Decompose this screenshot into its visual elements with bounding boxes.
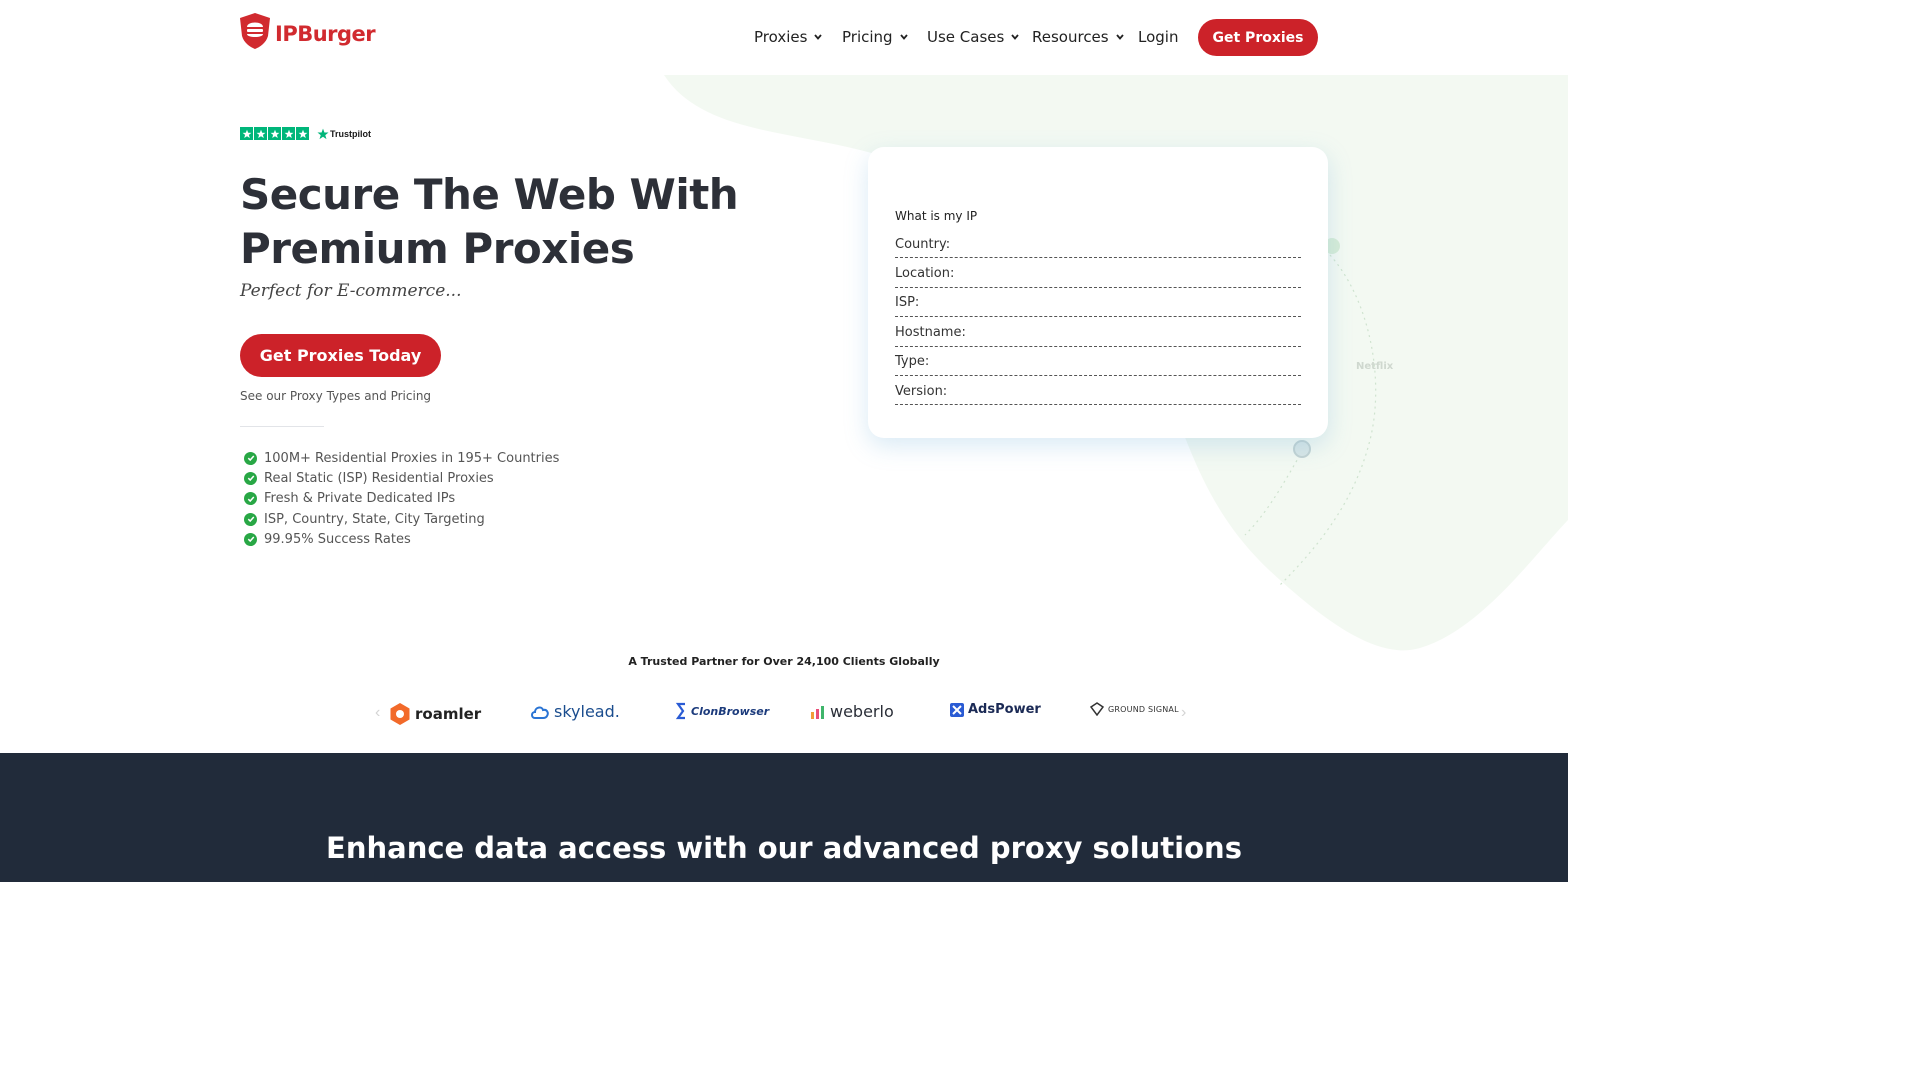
brand-name: ClonBrowser [691, 704, 770, 718]
nav-pricing-label: Pricing [842, 28, 893, 46]
nav-login[interactable]: Login [1138, 28, 1178, 46]
client-logo-carousel: ‹ roamler skylead. ClonBrowser weberlo A… [375, 700, 1193, 730]
star-icon [296, 127, 309, 140]
trustpilot-label: Trustpilot [330, 128, 371, 139]
brand-name: GROUND SIGNAL [1108, 704, 1179, 714]
check-circle-icon [244, 532, 257, 546]
ip-row-version: Version: [895, 376, 1301, 406]
trustpilot-logo: Trustpilot [317, 128, 371, 140]
chevron-down-icon [814, 34, 823, 40]
ip-row-type: Type: [895, 347, 1301, 376]
brand-logo-weberlo: weberlo [810, 702, 894, 721]
check-circle-icon [244, 492, 257, 506]
chevron-down-icon [1011, 34, 1020, 40]
brand-logo-ground-signal: GROUND SIGNAL [1090, 702, 1179, 716]
brand-logo-adspower: AdsPower [950, 702, 1041, 717]
star-icon [254, 127, 267, 140]
proxy-types-pricing-link[interactable]: See our Proxy Types and Pricing [240, 389, 431, 403]
check-circle-icon [244, 471, 257, 485]
ip-row-country: Country: [895, 229, 1301, 259]
feature-text: Real Static (ISP) Residential Proxies [264, 470, 494, 486]
ip-info-rows: Country: Location: ISP: Hostname: Type: … [895, 229, 1301, 406]
hero-title: Secure The Web With Premium Proxies [240, 170, 739, 273]
trusted-partner-heading: A Trusted Partner for Over 24,100 Client… [628, 655, 940, 668]
nav-use-cases[interactable]: Use Cases [927, 28, 1020, 46]
nav-proxies-label: Proxies [754, 28, 808, 46]
what-is-my-ip-card: What is my IP Country: Location: ISP: Ho… [868, 147, 1328, 438]
divider [240, 426, 324, 427]
nav-proxies[interactable]: Proxies [754, 28, 823, 46]
carousel-prev-arrow[interactable]: ‹ [375, 704, 380, 722]
brand-name: roamler [415, 705, 482, 723]
page: IPBurger Proxies Pricing Use Cases Resou… [0, 0, 1568, 882]
roamler-hexagon-icon [390, 703, 410, 725]
chevron-down-icon [1115, 34, 1124, 40]
feature-item: ISP, Country, State, City Targeting [244, 509, 559, 529]
clonbrowser-icon [675, 702, 685, 720]
background-blob [664, 75, 1568, 651]
brand-logo-roamler: roamler [389, 702, 481, 726]
feature-text: 100M+ Residential Proxies in 195+ Countr… [264, 450, 560, 466]
check-circle-icon [244, 512, 257, 526]
feature-text: ISP, Country, State, City Targeting [264, 511, 485, 527]
feature-item: 99.95% Success Rates [244, 529, 559, 549]
get-proxies-today-button[interactable]: Get Proxies Today [240, 334, 441, 377]
get-proxies-button[interactable]: Get Proxies [1198, 19, 1318, 56]
trustpilot-stars [240, 127, 309, 140]
brand-logo-skylead: skylead. [530, 702, 620, 721]
nav-use-cases-label: Use Cases [927, 28, 1005, 46]
feature-text: 99.95% Success Rates [264, 531, 411, 547]
bar-chart-icon [811, 705, 824, 719]
brand-name: skylead. [554, 702, 620, 721]
hero-subtitle: Perfect for E-commerce... [240, 281, 462, 301]
cloud-icon [531, 706, 549, 719]
ip-card-title: What is my IP [895, 209, 978, 223]
check-circle-icon [244, 451, 257, 465]
feature-text: Fresh & Private Dedicated IPs [264, 491, 456, 507]
nav-resources[interactable]: Resources [1032, 28, 1125, 46]
feature-item: Fresh & Private Dedicated IPs [244, 489, 559, 509]
carousel-next-arrow[interactable]: › [1181, 704, 1186, 722]
logo[interactable]: IPBurger [237, 12, 376, 50]
feature-item: Real Static (ISP) Residential Proxies [244, 468, 559, 488]
ip-row-isp: ISP: [895, 288, 1301, 318]
site-header: IPBurger Proxies Pricing Use Cases Resou… [0, 0, 1568, 75]
chevron-down-icon [899, 34, 908, 40]
decor-dot [1293, 440, 1311, 458]
ground-signal-icon [1090, 702, 1104, 716]
brand-logo-clonbrowser: ClonBrowser [675, 702, 769, 720]
solutions-heading: Enhance data access with our advanced pr… [326, 831, 1242, 865]
ip-row-hostname: Hostname: [895, 317, 1301, 347]
star-icon [282, 127, 295, 140]
brand-name: AdsPower [968, 702, 1041, 717]
solutions-section: Enhance data access with our advanced pr… [0, 753, 1568, 882]
nav-resources-label: Resources [1032, 28, 1109, 46]
nav-pricing[interactable]: Pricing [842, 28, 909, 46]
feature-list: 100M+ Residential Proxies in 195+ Countr… [244, 448, 559, 549]
trustpilot-star-icon [317, 128, 329, 139]
logo-shield-icon [240, 13, 270, 49]
adspower-icon [950, 702, 964, 717]
brand-name: weberlo [830, 702, 894, 721]
star-icon [240, 127, 253, 140]
decor-label: Netflix [1356, 361, 1394, 372]
logo-text: IPBurger [275, 22, 376, 46]
trustpilot-rating[interactable]: Trustpilot [240, 127, 371, 140]
ip-row-location: Location: [895, 258, 1301, 288]
star-icon [268, 127, 281, 140]
feature-item: 100M+ Residential Proxies in 195+ Countr… [244, 448, 559, 468]
